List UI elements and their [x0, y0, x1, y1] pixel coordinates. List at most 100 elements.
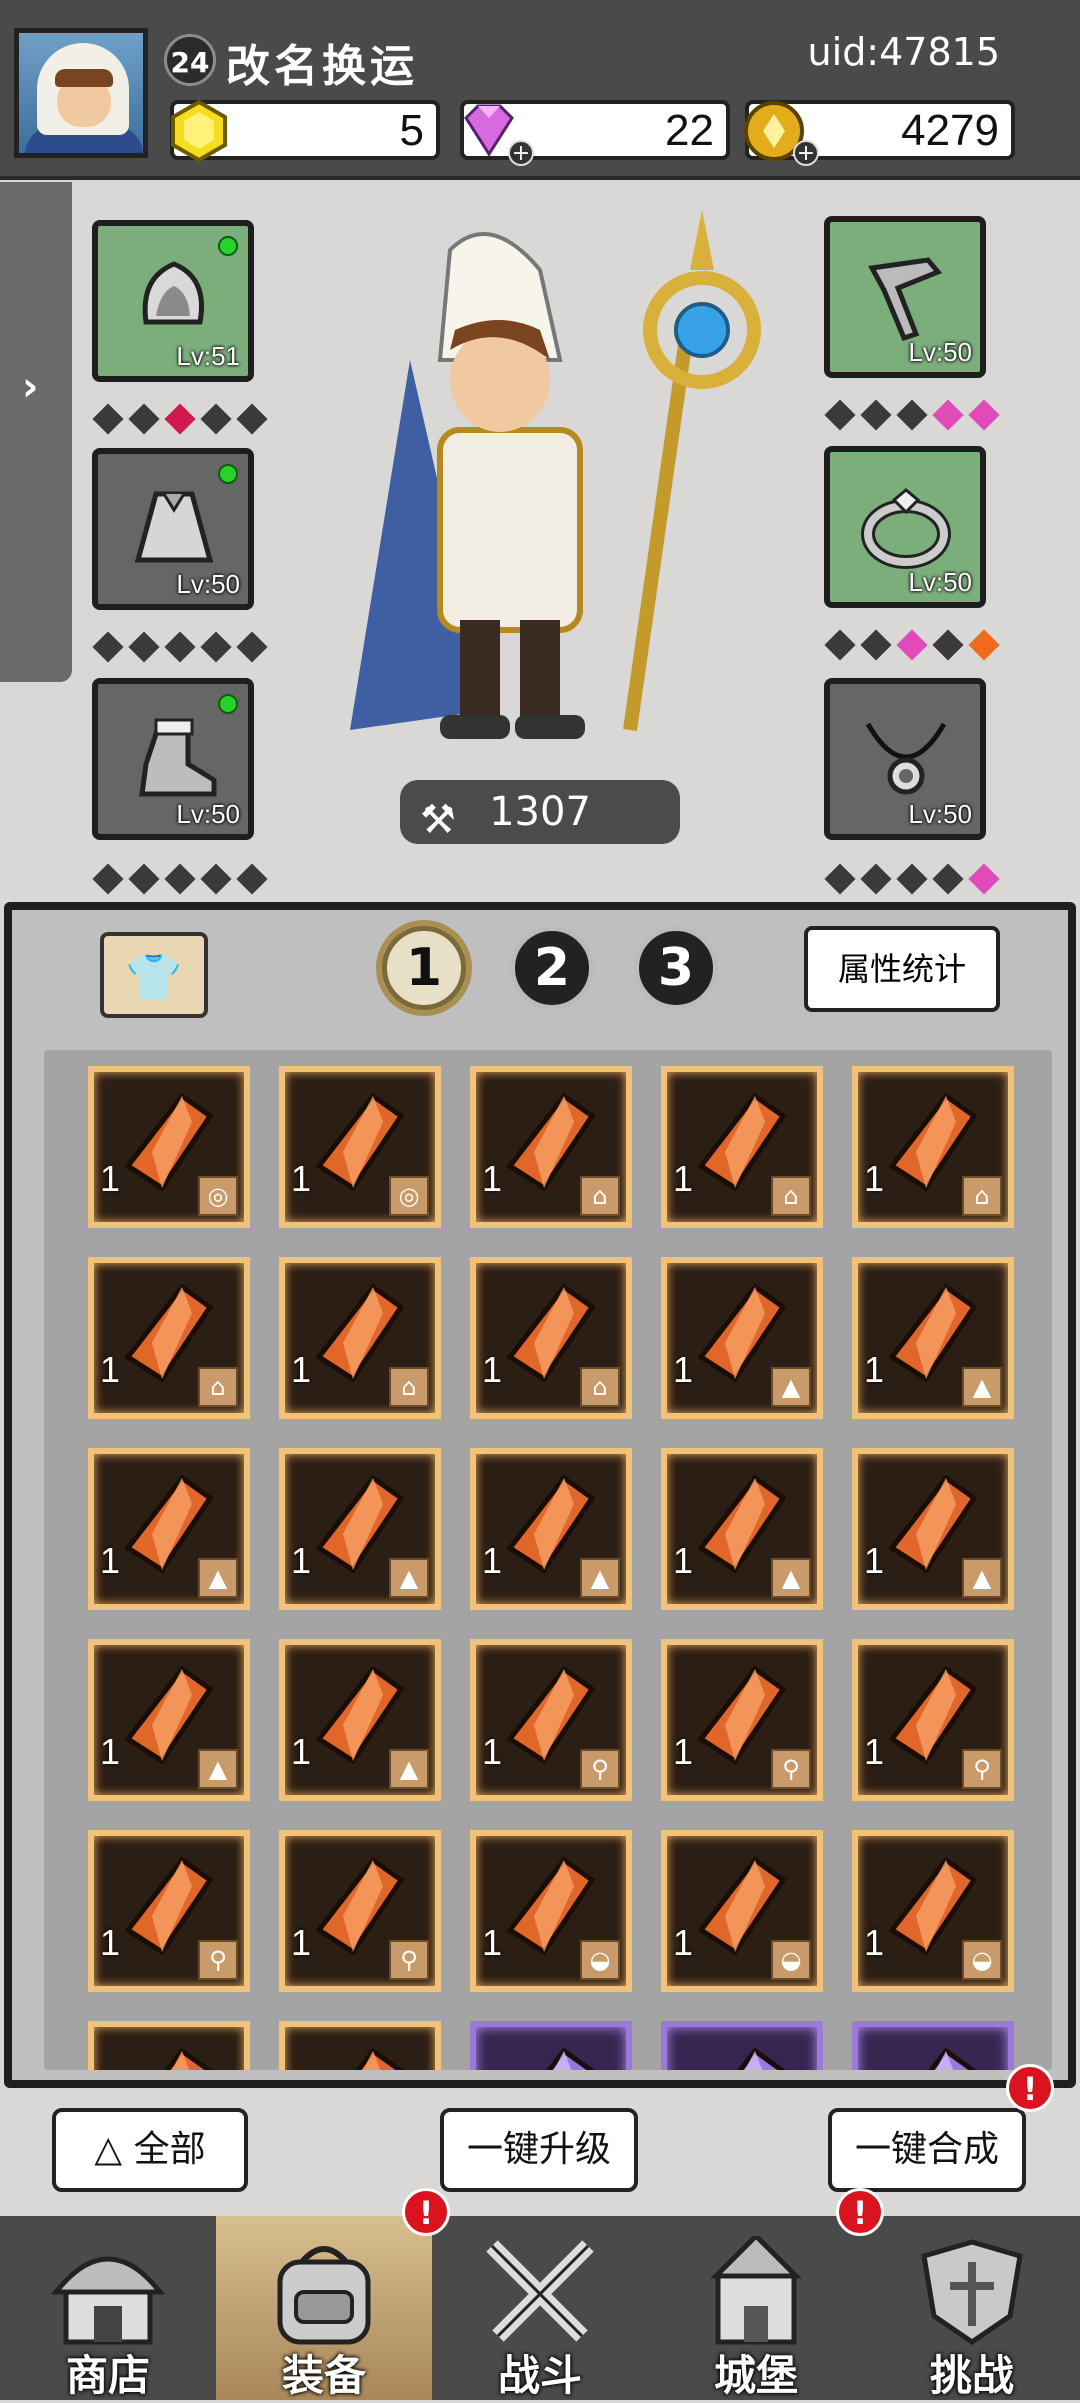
- nav-shop[interactable]: 商店: [0, 2216, 216, 2400]
- nav-battle[interactable]: 战斗: [432, 2216, 648, 2400]
- inventory-item[interactable]: 1 ⌂: [88, 1257, 250, 1419]
- inventory-item[interactable]: 1 ◎: [88, 1066, 250, 1228]
- nav-battle-label: 战斗: [497, 2351, 582, 2400]
- helmet-slot-icon: ◒: [771, 1940, 811, 1980]
- robe-icon: [134, 491, 214, 563]
- inventory-item[interactable]: 1 ⌂: [279, 1257, 441, 1419]
- inventory-item[interactable]: 1 ⌂: [470, 1257, 632, 1419]
- nav-challenge[interactable]: 挑战: [864, 2216, 1080, 2400]
- player-name[interactable]: 改名换运: [226, 30, 418, 94]
- inventory-item[interactable]: 1 ▲: [852, 1257, 1014, 1419]
- inventory-item[interactable]: 1 ⚲: [852, 1639, 1014, 1801]
- inventory-grid: 1 ◎ 1 ◎ 1 ⌂ 1 ⌂ 1 ⌂ 1 ⌂ 1 ⌂ 1 ⌂ 1 ▲ 1 ▲ 1 ▲ 1 ▲ 1 ▲ 1 ▲ 1 ▲ 1 ▲ 1 ▲ 1 ⚲ 1 ⚲ 1 ⚲…: [44, 1050, 1052, 2070]
- boots-slot-icon: ▲: [771, 1558, 811, 1598]
- add-coin-icon[interactable]: +: [793, 140, 819, 166]
- item-count: 1: [291, 1349, 312, 1390]
- necklace-gem-sockets: [824, 863, 1000, 895]
- filter-all-button[interactable]: △ 全部: [52, 2108, 248, 2192]
- coin-counter[interactable]: + 4279: [744, 100, 1015, 166]
- nav-castle[interactable]: 城堡: [648, 2216, 864, 2400]
- inventory-item[interactable]: 1 ▲: [470, 1448, 632, 1610]
- necklace-icon: [865, 722, 947, 795]
- inventory-item[interactable]: 1 ⌂: [661, 1066, 823, 1228]
- item-count: 1: [673, 1158, 694, 1199]
- equip-slot-helmet[interactable]: Lv:51: [92, 220, 254, 382]
- inventory-item[interactable]: [470, 2021, 632, 2070]
- upgrade-all-button[interactable]: 一键升级: [440, 2108, 638, 2192]
- diamond-counter[interactable]: + 22: [460, 100, 730, 166]
- inventory-item[interactable]: 1 ▲: [661, 1448, 823, 1610]
- inventory-item[interactable]: 1 ◒: [852, 1830, 1014, 1992]
- inventory-item[interactable]: 1 ▲: [279, 1448, 441, 1610]
- item-count: 1: [482, 1731, 503, 1772]
- armor-gem-sockets: [92, 631, 268, 663]
- inventory-item[interactable]: 1 ▲: [88, 1639, 250, 1801]
- player-avatar[interactable]: [14, 28, 148, 158]
- item-count: 1: [673, 1731, 694, 1772]
- equip-slot-weapon[interactable]: Lv:50: [824, 216, 986, 378]
- inventory-header: 👕 1 2 3 属性统计: [36, 926, 1048, 1034]
- inventory-item[interactable]: 1 ⚲: [661, 1639, 823, 1801]
- item-count: 1: [482, 1540, 503, 1581]
- combat-power-value: 1307: [489, 789, 591, 835]
- helmet-gem-sockets: [92, 403, 268, 435]
- inventory-item[interactable]: 1 ◒: [470, 1830, 632, 1992]
- inventory-item[interactable]: [279, 2021, 441, 2070]
- nav-equipment[interactable]: 装备: [216, 2216, 432, 2400]
- nav-shop-label: 商店: [65, 2351, 150, 2400]
- helmet-slot-icon: ◒: [962, 1940, 1002, 1980]
- item-count: 1: [100, 1540, 121, 1581]
- equip-slot-necklace[interactable]: Lv:50: [824, 678, 986, 840]
- equip-slot-ring[interactable]: Lv:50: [824, 446, 986, 608]
- boots-slot-icon: ▲: [580, 1558, 620, 1598]
- inventory-item[interactable]: 1 ⚲: [470, 1639, 632, 1801]
- equip-slot-armor[interactable]: Lv:50: [92, 448, 254, 610]
- add-diamond-icon[interactable]: +: [508, 140, 534, 166]
- player-level-badge: 24: [164, 34, 216, 86]
- inventory-tab-1[interactable]: 1: [382, 926, 466, 1010]
- merge-alert-icon: !: [1006, 2064, 1054, 2112]
- merge-all-button[interactable]: 一键合成: [828, 2108, 1026, 2192]
- inventory-item[interactable]: [852, 2021, 1014, 2070]
- nav-equipment-label: 装备: [281, 2351, 366, 2400]
- item-count: 1: [864, 1349, 885, 1390]
- boots-slot-icon: ▲: [198, 1749, 238, 1789]
- boots-slot-icon: ▲: [962, 1367, 1002, 1407]
- equip-slot-boots[interactable]: Lv:50: [92, 678, 254, 840]
- inventory-item[interactable]: [88, 2021, 250, 2070]
- weapon-slot-icon: ⚲: [389, 1940, 429, 1980]
- inventory-item[interactable]: 1 ⚲: [279, 1830, 441, 1992]
- sword-power-icon: ⚒: [420, 797, 456, 843]
- inventory-panel: 👕 1 2 3 属性统计 1 ◎ 1 ◎ 1 ⌂ 1 ⌂ 1 ⌂ 1 ⌂ 1 ⌂ 1 ⌂ 1 ▲ 1 ▲ 1 ▲ 1 ▲ 1 ▲ 1…: [4, 902, 1076, 2088]
- inventory-item[interactable]: 1 ◎: [279, 1066, 441, 1228]
- inventory-item[interactable]: 1 ▲: [661, 1257, 823, 1419]
- challenge-shield-icon: [921, 2239, 1023, 2346]
- armor-slot-icon: ⌂: [580, 1367, 620, 1407]
- outfit-button[interactable]: 👕: [100, 932, 208, 1018]
- item-count: 1: [673, 1540, 694, 1581]
- nav-castle-label: 城堡: [713, 2351, 798, 2400]
- filter-arrow-icon: △: [94, 2129, 134, 2170]
- inventory-item[interactable]: 1 ⌂: [852, 1066, 1014, 1228]
- item-count: 1: [482, 1158, 503, 1199]
- item-count: 1: [100, 1922, 121, 1963]
- side-drawer-toggle[interactable]: ›: [0, 182, 72, 682]
- inventory-item[interactable]: 1 ⌂: [470, 1066, 632, 1228]
- inventory-tab-3[interactable]: 3: [634, 926, 718, 1010]
- inventory-item[interactable]: 1 ⚲: [88, 1830, 250, 1992]
- item-count: 1: [864, 1922, 885, 1963]
- armor-slot-icon: ⌂: [389, 1367, 429, 1407]
- inventory-tab-2[interactable]: 2: [510, 926, 594, 1010]
- inventory-item[interactable]: 1 ▲: [852, 1448, 1014, 1610]
- crystal-shard-icon: [355, 2047, 404, 2070]
- shirt-icon: 👕: [125, 950, 183, 1004]
- inventory-item[interactable]: 1 ▲: [88, 1448, 250, 1610]
- item-count: 1: [100, 1158, 121, 1199]
- weapon-gem-sockets: [824, 399, 1000, 431]
- inventory-item[interactable]: 1 ◒: [661, 1830, 823, 1992]
- item-count: 1: [864, 1540, 885, 1581]
- inventory-item[interactable]: 1 ▲: [279, 1639, 441, 1801]
- attribute-stats-button[interactable]: 属性统计: [804, 926, 1000, 1012]
- equipped-indicator: [218, 694, 238, 714]
- inventory-item[interactable]: [661, 2021, 823, 2070]
